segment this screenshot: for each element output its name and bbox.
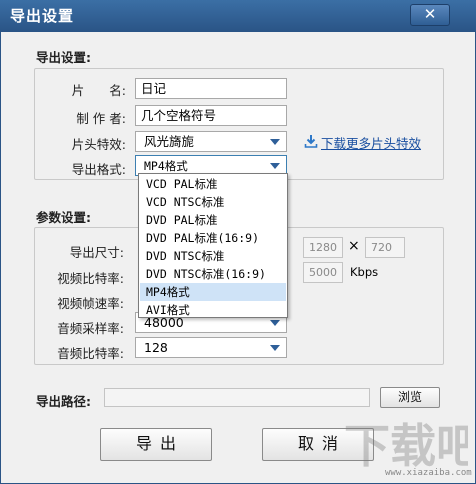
intro-effect-select[interactable]: 风光旖旎 — [135, 131, 287, 152]
author-label: 制 作 者: — [76, 111, 126, 126]
intro-effect-value: 风光旖旎 — [144, 134, 195, 149]
video-bitrate-label: 视频比特率: — [57, 271, 124, 286]
download-more-effects-text: 下载更多片头特效 — [321, 136, 422, 151]
parameters-section-label: 参数设置: — [36, 210, 91, 225]
export-settings-section-label: 导出设置: — [36, 50, 91, 65]
name-label: 片 名: — [71, 83, 126, 98]
width-input[interactable]: 1280 — [303, 237, 343, 258]
format-option-vcd-ntsc[interactable]: VCD NTSC标准 — [140, 193, 286, 211]
intro-effect-label: 片头特效: — [71, 137, 126, 152]
download-icon — [304, 135, 318, 148]
export-path-input[interactable] — [104, 388, 370, 407]
format-option-vcd-pal[interactable]: VCD PAL标准 — [140, 175, 286, 193]
format-dropdown-list[interactable]: VCD PAL标准 VCD NTSC标准 DVD PAL标准 DVD PAL标准… — [138, 173, 288, 318]
chevron-down-icon — [270, 139, 280, 145]
browse-button[interactable]: 浏览 — [380, 387, 440, 408]
author-input[interactable]: 几个空格符号 — [135, 105, 287, 126]
audio-bitrate-select[interactable]: 128 — [135, 337, 287, 358]
height-input[interactable]: 720 — [365, 237, 405, 258]
audio-bitrate-label: 音频比特率: — [57, 346, 124, 361]
format-option-dvd-pal-wide[interactable]: DVD PAL标准(16:9) — [140, 229, 286, 247]
audio-sample-rate-label: 音频采样率: — [57, 321, 124, 336]
export-path-label: 导出路径: — [36, 394, 91, 409]
name-input[interactable]: 日记 — [135, 78, 287, 99]
frame-rate-label: 视频帧速率: — [57, 296, 124, 311]
times-symbol: × — [348, 238, 360, 254]
video-bitrate-input[interactable]: 5000 — [303, 262, 343, 283]
export-button[interactable]: 导出 — [100, 428, 212, 461]
watermark-url: www.xiazaiba.com — [385, 468, 472, 478]
close-icon: ✕ — [423, 5, 437, 23]
close-button[interactable]: ✕ — [410, 4, 450, 26]
title-bar[interactable]: 导出设置 ✕ — [0, 0, 476, 32]
watermark-text: 下载吧 — [344, 419, 468, 473]
watermark-logo: 下载吧 — [340, 410, 476, 474]
export-size-label: 导出尺寸: — [69, 245, 124, 260]
chevron-down-icon — [270, 163, 280, 169]
window-title: 导出设置 — [10, 7, 75, 25]
chevron-down-icon — [270, 320, 280, 326]
format-option-dvd-ntsc-wide[interactable]: DVD NTSC标准(16:9) — [140, 265, 286, 283]
chevron-down-icon — [270, 345, 280, 351]
format-option-dvd-pal[interactable]: DVD PAL标准 — [140, 211, 286, 229]
audio-bitrate-value: 128 — [144, 340, 168, 355]
format-value: MP4格式 — [144, 159, 188, 173]
format-label: 导出格式: — [71, 162, 126, 177]
format-option-dvd-ntsc[interactable]: DVD NTSC标准 — [140, 247, 286, 265]
format-option-avi[interactable]: AVI格式 — [140, 301, 286, 319]
format-option-mp4[interactable]: MP4格式 — [140, 283, 286, 301]
video-bitrate-unit: Kbps — [350, 265, 379, 279]
